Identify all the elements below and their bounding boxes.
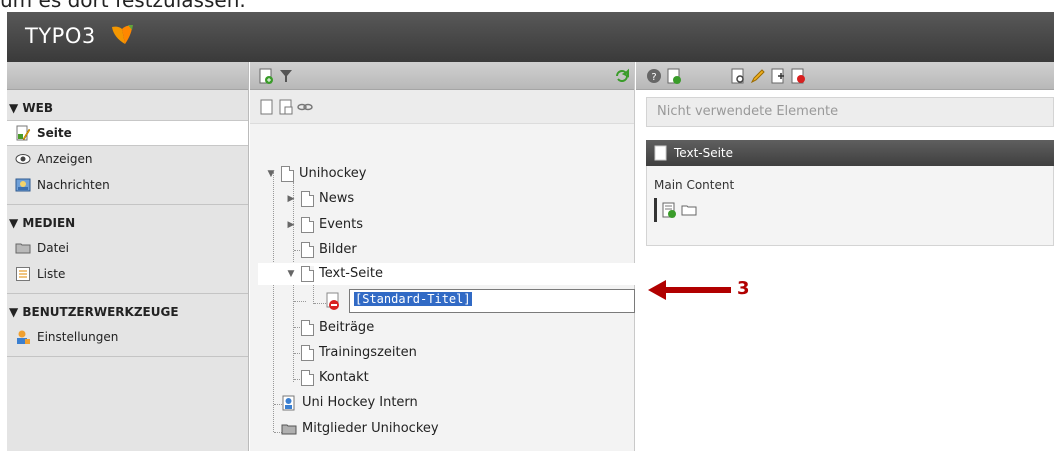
- eye-icon: [15, 154, 31, 164]
- refresh-icon[interactable]: [614, 68, 630, 84]
- module-label: Anzeigen: [37, 152, 93, 166]
- move-page-icon[interactable]: [770, 68, 786, 84]
- tree-line: [313, 284, 314, 304]
- unused-elements-bar[interactable]: Nicht verwendete Elemente: [646, 97, 1054, 127]
- expand-arrow-icon[interactable]: ▼: [286, 264, 296, 284]
- page-tree-panel: ▼ Unihockey ▶ News ▶ Events Bilder ▼ Tex…: [250, 62, 635, 451]
- section-medien[interactable]: ▼ MEDIEN: [7, 211, 248, 235]
- view-page-icon[interactable]: [730, 68, 746, 84]
- page-icon: [301, 242, 314, 258]
- page-icon: [654, 145, 667, 161]
- page-icon: [301, 345, 314, 361]
- page-tree-subtoolbar: [250, 90, 634, 124]
- page-icon: [301, 191, 314, 207]
- collapsed-arrow-icon[interactable]: ▶: [286, 215, 296, 235]
- annotation-number: 3: [737, 278, 750, 299]
- collapsed-arrow-icon[interactable]: ▶: [286, 189, 296, 209]
- user-settings-icon: [17, 330, 30, 344]
- user-page-icon: [282, 395, 295, 411]
- tree-node-beitraege[interactable]: Beiträge: [301, 318, 374, 338]
- tree-node-text-seite[interactable]: ▼ Text-Seite: [286, 264, 383, 284]
- folder-icon: [15, 243, 31, 254]
- page-icon: [301, 320, 314, 336]
- page-icon[interactable]: [259, 99, 275, 115]
- typo3-logo-icon: [112, 25, 133, 44]
- module-item-einstellungen[interactable]: Einstellungen: [7, 324, 248, 350]
- paste-folder-icon[interactable]: [681, 202, 697, 218]
- module-item-nachrichten[interactable]: Nachrichten: [7, 172, 248, 198]
- page-icon: [301, 266, 314, 282]
- edit-pencil-icon[interactable]: [750, 68, 766, 84]
- module-menu-toolbar: [7, 62, 248, 90]
- tree-node-kontakt[interactable]: Kontakt: [301, 368, 369, 388]
- column-title: Text-Seite: [674, 146, 734, 160]
- new-page-icon[interactable]: [258, 68, 274, 84]
- partial-instruction-text: um es dort festzulassen.: [0, 0, 246, 12]
- filter-icon[interactable]: [278, 68, 294, 84]
- section-web[interactable]: ▼ WEB: [7, 96, 248, 120]
- column-label: Main Content: [654, 178, 735, 192]
- divider: [7, 356, 248, 357]
- module-label: Einstellungen: [37, 330, 119, 344]
- typo3-backend: TYPO3 ▼ WEB Seite Anzeigen Nachrichten ▼…: [7, 12, 1054, 451]
- new-page-error-icon: [326, 292, 339, 310]
- page-insert-icon[interactable]: [278, 99, 294, 115]
- tree-node-bilder[interactable]: Bilder: [301, 240, 357, 260]
- tree-node-events[interactable]: ▶ Events: [286, 215, 363, 235]
- link-icon[interactable]: [297, 99, 313, 115]
- column-header: Text-Seite: [646, 140, 1054, 166]
- page-title-input[interactable]: [Standard-Titel]: [349, 289, 635, 313]
- module-label: Seite: [37, 126, 72, 140]
- content-toolbar: ?: [636, 62, 1054, 90]
- new-content-element-icon[interactable]: [661, 202, 677, 218]
- column-body: Main Content: [646, 166, 1054, 246]
- module-label: Datei: [37, 241, 70, 255]
- module-item-seite[interactable]: Seite: [7, 120, 248, 146]
- tree-node-unihockey[interactable]: ▼ Unihockey: [266, 164, 366, 184]
- module-label: Nachrichten: [37, 178, 110, 192]
- top-bar: TYPO3: [7, 12, 1054, 62]
- expand-arrow-icon[interactable]: ▼: [266, 164, 276, 184]
- tree-node-trainingszeiten[interactable]: Trainingszeiten: [301, 343, 417, 363]
- annotation-arrow-icon: [648, 280, 731, 300]
- column-tools: [654, 198, 697, 222]
- tree-node-news[interactable]: ▶ News: [286, 189, 354, 209]
- page-icon: [301, 370, 314, 386]
- content-area: ? Nicht verwendete Elemente Text-Seite M…: [636, 62, 1054, 451]
- page-icon: [301, 217, 314, 233]
- new-content-icon[interactable]: [666, 68, 682, 84]
- help-icon[interactable]: ?: [646, 68, 662, 84]
- svg-text:?: ?: [651, 72, 656, 83]
- tree-node-uni-hockey-intern[interactable]: Uni Hockey Intern: [281, 393, 418, 413]
- tree-node-mitglieder-unihockey[interactable]: Mitglieder Unihockey: [281, 419, 439, 439]
- module-item-datei[interactable]: Datei: [7, 235, 248, 261]
- news-icon: [15, 178, 31, 192]
- divider: [7, 293, 248, 294]
- module-item-liste[interactable]: Liste: [7, 261, 248, 287]
- tree-line: [273, 172, 274, 432]
- page-tree-toolbar: [250, 62, 634, 90]
- module-label: Liste: [37, 267, 66, 281]
- typo3-logo-text: TYPO3: [25, 24, 96, 48]
- page-icon: [281, 166, 294, 182]
- list-icon: [16, 267, 30, 281]
- folder-icon: [281, 424, 297, 435]
- page-history-icon[interactable]: [790, 68, 806, 84]
- module-item-anzeigen[interactable]: Anzeigen: [7, 146, 248, 172]
- module-menu: ▼ WEB Seite Anzeigen Nachrichten ▼ MEDIE…: [7, 62, 249, 451]
- divider: [7, 204, 248, 205]
- page-module-icon: [16, 125, 31, 141]
- section-benutzerwerkzeuge[interactable]: ▼ BENUTZERWERKZEUGE: [7, 300, 248, 324]
- tree-line: [294, 301, 306, 302]
